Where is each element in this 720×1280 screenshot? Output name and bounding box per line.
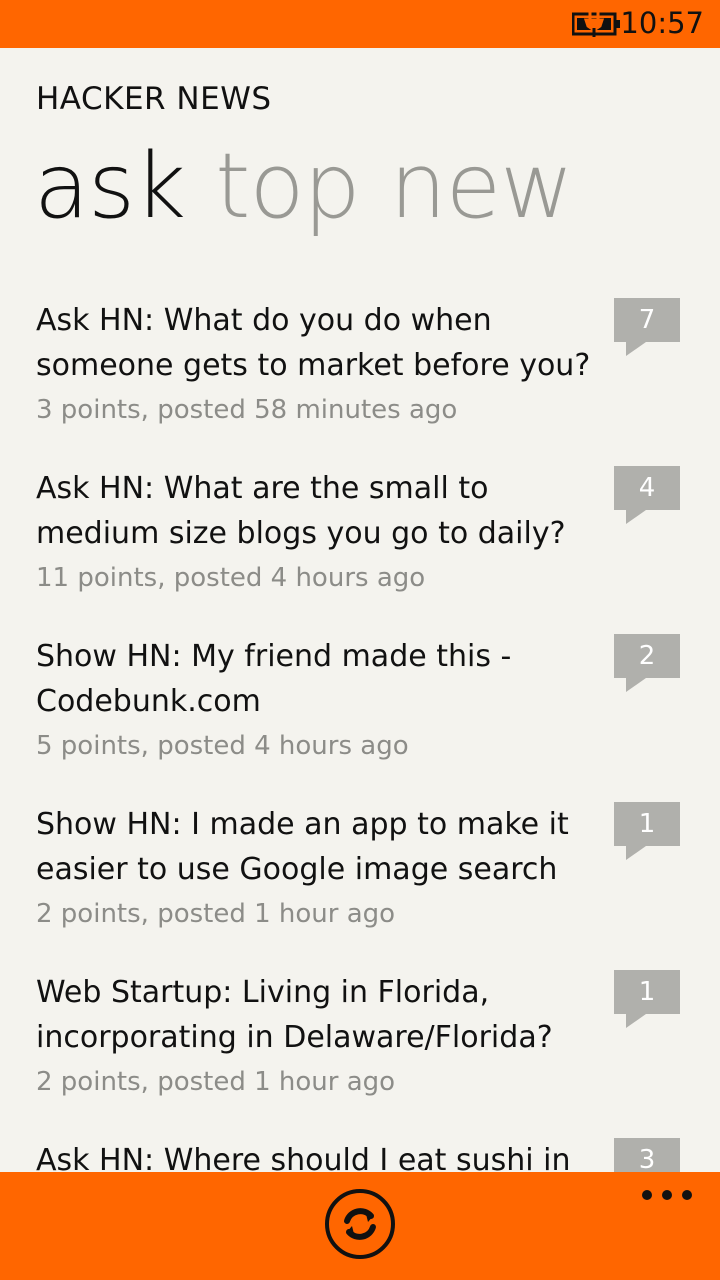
pivot-tab-top[interactable]: top xyxy=(215,132,360,242)
comment-count: 1 xyxy=(638,809,656,839)
comment-count: 2 xyxy=(638,641,656,671)
comment-count-button[interactable]: 1 xyxy=(614,802,680,862)
app-bar xyxy=(0,1172,720,1280)
story-item[interactable]: Show HN: My friend made this - Codebunk.… xyxy=(0,634,720,802)
pivot-tab-ask[interactable]: ask xyxy=(34,132,186,242)
comment-count-button[interactable]: 7 xyxy=(614,298,680,358)
story-title[interactable]: Show HN: I made an app to make it easier… xyxy=(36,802,596,892)
comment-count: 4 xyxy=(638,473,656,503)
status-time: 10:57 xyxy=(620,6,704,40)
comment-count-button[interactable]: 2 xyxy=(614,634,680,694)
story-item[interactable]: Ask HN: Where should I eat sushi in 3 xyxy=(0,1138,720,1172)
story-list[interactable]: Ask HN: What do you do when someone gets… xyxy=(0,298,720,1172)
story-meta: 2 points, posted 1 hour ago xyxy=(36,899,396,929)
story-item[interactable]: Ask HN: What do you do when someone gets… xyxy=(0,298,720,466)
comment-count: 3 xyxy=(638,1145,656,1172)
battery-charging-icon xyxy=(572,12,620,37)
story-title[interactable]: Ask HN: What are the small to medium siz… xyxy=(36,466,596,556)
comment-count: 1 xyxy=(638,977,656,1007)
status-bar: 10:57 xyxy=(0,0,720,48)
more-icon[interactable] xyxy=(642,1186,692,1204)
story-title[interactable]: Show HN: My friend made this - Codebunk.… xyxy=(36,634,596,724)
comment-count-button[interactable]: 3 xyxy=(614,1138,680,1172)
story-meta: 3 points, posted 58 minutes ago xyxy=(36,395,458,425)
story-title[interactable]: Web Startup: Living in Florida, incorpor… xyxy=(36,970,596,1060)
app-title: HACKER NEWS xyxy=(36,81,272,117)
pivot-header: ask top new xyxy=(34,132,603,252)
refresh-icon[interactable] xyxy=(324,1188,396,1260)
comment-count-button[interactable]: 4 xyxy=(614,466,680,526)
pivot-tab-new[interactable]: new xyxy=(390,132,574,242)
story-title[interactable]: Ask HN: Where should I eat sushi in xyxy=(36,1138,596,1172)
story-meta: 2 points, posted 1 hour ago xyxy=(36,1067,396,1097)
story-item[interactable]: Ask HN: What are the small to medium siz… xyxy=(0,466,720,634)
comment-count: 7 xyxy=(638,305,656,335)
story-meta: 5 points, posted 4 hours ago xyxy=(36,731,409,761)
story-item[interactable]: Show HN: I made an app to make it easier… xyxy=(0,802,720,970)
story-title[interactable]: Ask HN: What do you do when someone gets… xyxy=(36,298,596,388)
story-item[interactable]: Web Startup: Living in Florida, incorpor… xyxy=(0,970,720,1138)
story-meta: 11 points, posted 4 hours ago xyxy=(36,563,426,593)
comment-count-button[interactable]: 1 xyxy=(614,970,680,1030)
